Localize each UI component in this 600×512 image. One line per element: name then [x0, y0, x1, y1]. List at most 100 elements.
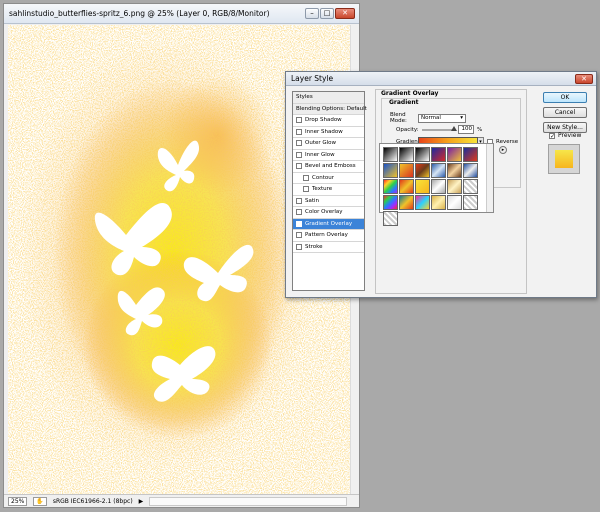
style-item-label: Contour	[312, 174, 334, 181]
opacity-label: Opacity:	[396, 126, 419, 133]
gradient-swatch[interactable]	[431, 147, 446, 162]
preview-checkbox[interactable]: ✓	[549, 132, 555, 139]
dialog-title: Layer Style	[291, 74, 334, 83]
style-item-gradient-overlay[interactable]: ✓ Gradient Overlay	[293, 218, 364, 230]
style-item-texture[interactable]: Texture	[293, 184, 364, 196]
opacity-input[interactable]: 100	[458, 125, 474, 134]
style-checkbox[interactable]	[303, 174, 309, 181]
style-checkbox[interactable]	[296, 209, 302, 216]
gradient-swatch[interactable]	[415, 179, 430, 194]
style-checkbox[interactable]	[296, 243, 302, 250]
opacity-unit: %	[477, 126, 483, 133]
gradient-swatch[interactable]	[431, 179, 446, 194]
gradient-swatch[interactable]	[463, 163, 478, 178]
style-checkbox[interactable]	[296, 163, 302, 170]
chevron-down-icon: ▾	[460, 115, 463, 121]
preview-swatch	[555, 150, 573, 168]
layer-style-dialog: Layer Style ✕ Styles Blending Options: D…	[285, 71, 597, 298]
hand-icon[interactable]: ✋	[33, 496, 47, 506]
dialog-title-bar[interactable]: Layer Style ✕	[286, 72, 596, 86]
horizontal-scrollbar[interactable]	[149, 496, 347, 506]
status-menu-arrow-icon[interactable]: ▶	[139, 498, 144, 505]
opacity-slider[interactable]	[422, 125, 457, 131]
dialog-close-button[interactable]: ✕	[575, 73, 593, 84]
group-title: Gradient	[388, 99, 420, 106]
gradient-swatch[interactable]	[447, 195, 462, 210]
gradient-swatch[interactable]	[383, 163, 398, 178]
preview-row: ✓ Preview	[549, 132, 581, 139]
blending-options-item[interactable]: Blending Options: Default	[293, 103, 367, 115]
style-checkbox[interactable]	[296, 232, 302, 239]
gradient-swatch[interactable]	[431, 195, 446, 210]
maximize-button[interactable]: □	[320, 8, 334, 19]
style-item-pattern-overlay[interactable]: Pattern Overlay	[293, 230, 364, 242]
style-checkbox[interactable]	[296, 197, 302, 204]
style-item-label: Pattern Overlay	[305, 232, 348, 239]
style-item-outer-glow[interactable]: Outer Glow	[293, 138, 364, 150]
reverse-label: Reverse	[496, 138, 519, 145]
style-item-label: Outer Glow	[305, 140, 337, 147]
style-item-inner-shadow[interactable]: Inner Shadow	[293, 127, 364, 138]
gradient-swatch[interactable]	[399, 195, 414, 210]
gradient-swatch[interactable]	[431, 163, 446, 178]
gradient-swatch[interactable]	[399, 179, 414, 194]
style-item-label: Stroke	[305, 243, 323, 250]
gradient-swatch[interactable]	[383, 211, 398, 226]
style-item-label: Bevel and Emboss	[305, 163, 356, 170]
opacity-row: Opacity: 100 %	[396, 125, 482, 134]
gradient-swatch[interactable]	[399, 147, 414, 162]
gradient-swatch[interactable]	[447, 163, 462, 178]
styles-header[interactable]: Styles	[293, 92, 364, 104]
style-item-color-overlay[interactable]: Color Overlay	[293, 207, 364, 219]
style-item-label: Inner Shadow	[305, 128, 343, 135]
styles-list: Styles Blending Options: Default Drop Sh…	[292, 91, 367, 291]
gradient-swatch[interactable]	[447, 179, 462, 194]
preview-label: Preview	[558, 132, 582, 139]
style-item-inner-glow[interactable]: Inner Glow	[293, 150, 364, 161]
cancel-button[interactable]: Cancel	[543, 107, 587, 118]
gradient-swatch[interactable]	[383, 179, 398, 194]
blend-mode-row: Blend Mode: Normal ▾	[390, 112, 466, 124]
gradient-swatch[interactable]	[383, 147, 398, 162]
style-item-stroke[interactable]: Stroke	[293, 242, 364, 253]
picker-scrollbar[interactable]	[486, 144, 493, 212]
style-checkbox[interactable]	[303, 186, 309, 193]
gradient-swatch[interactable]	[463, 195, 478, 210]
gradient-swatch[interactable]	[463, 179, 478, 194]
style-item-label: Satin	[305, 197, 320, 204]
style-checkbox[interactable]: ✓	[296, 220, 302, 227]
blend-mode-value: Normal	[421, 115, 441, 121]
minimize-button[interactable]: –	[305, 8, 319, 19]
zoom-level[interactable]: 25%	[8, 496, 28, 506]
style-item-label: Texture	[312, 186, 333, 193]
gradient-swatch[interactable]	[463, 147, 478, 162]
style-item-label: Drop Shadow	[305, 117, 342, 124]
slider-knob[interactable]	[451, 125, 457, 131]
document-title: sahlinstudio_butterflies-spritz_6.png @ …	[9, 9, 270, 18]
gradient-swatch[interactable]	[447, 147, 462, 162]
style-item-satin[interactable]: Satin	[293, 196, 364, 207]
color-profile: sRGB IEC61966-2.1 (8bpc)	[52, 497, 133, 505]
gradient-picker	[379, 143, 494, 226]
gradient-swatch[interactable]	[415, 163, 430, 178]
picker-menu-icon[interactable]: ▸	[499, 146, 507, 154]
style-checkbox[interactable]	[296, 151, 302, 158]
gradient-swatch[interactable]	[415, 195, 430, 210]
gradient-swatch[interactable]	[383, 195, 398, 210]
gradient-swatch[interactable]	[399, 163, 414, 178]
style-checkbox[interactable]	[296, 140, 302, 147]
style-checkbox[interactable]	[296, 128, 302, 135]
style-item-label: Gradient Overlay	[305, 220, 353, 227]
close-button[interactable]: ✕	[335, 8, 355, 19]
style-item-label: Inner Glow	[305, 151, 335, 158]
style-item-drop-shadow[interactable]: Drop Shadow	[293, 115, 364, 127]
style-item-label: Color Overlay	[305, 209, 343, 216]
panel-title: Gradient Overlay	[381, 90, 439, 97]
ok-button[interactable]: OK	[543, 92, 587, 103]
style-item-contour[interactable]: Contour	[293, 173, 364, 184]
style-checkbox[interactable]	[296, 117, 302, 124]
gradient-swatch[interactable]	[415, 147, 430, 162]
blend-mode-select[interactable]: Normal ▾	[418, 113, 466, 123]
style-item-bevel-and-emboss[interactable]: Bevel and Emboss	[293, 161, 364, 173]
document-title-bar[interactable]: sahlinstudio_butterflies-spritz_6.png @ …	[4, 4, 359, 24]
